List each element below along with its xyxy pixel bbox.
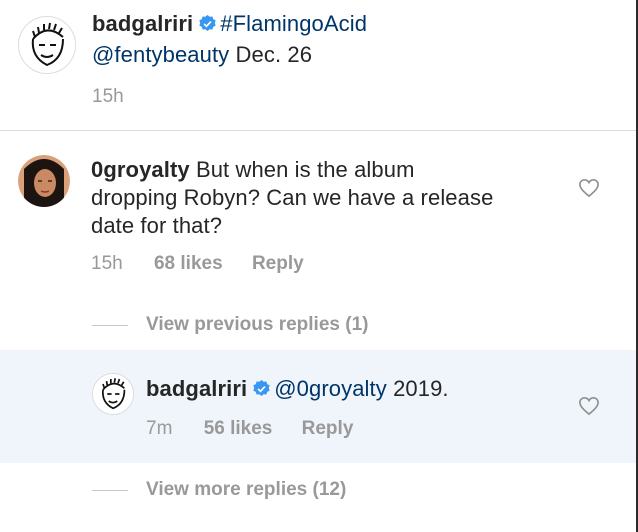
mention-link[interactable]: @fentybeauty (92, 42, 229, 67)
view-previous-replies-button[interactable]: View previous replies (1) (146, 314, 368, 336)
hashtag-link[interactable]: #FlamingoAcid (220, 11, 367, 36)
heart-icon[interactable] (578, 396, 600, 416)
commenter-avatar[interactable] (18, 155, 70, 207)
profile-photo-image (18, 155, 70, 207)
comment-body-1: But when is the album (195, 157, 415, 182)
caption-text-line1: badgalriri #FlamingoAcid (92, 10, 367, 38)
comment-text-line1: 0groyalty But when is the album (91, 156, 415, 184)
meme-face-avatar-image (93, 374, 133, 414)
reply-mention-link[interactable]: @0groyalty (274, 376, 387, 401)
comment-likes[interactable]: 68 likes (154, 253, 223, 274)
comment-meta: 15h 68 likes Reply (91, 253, 304, 275)
divider-line (92, 325, 128, 326)
comment-body-3: date for that? (91, 213, 223, 238)
heart-icon[interactable] (578, 178, 600, 198)
view-more-replies-button[interactable]: View more replies (12) (146, 479, 346, 501)
reply-likes[interactable]: 56 likes (204, 418, 273, 439)
comment-body-2: dropping Robyn? Can we have a release (91, 185, 494, 210)
reply-username[interactable]: badgalriri (146, 376, 247, 401)
avatar[interactable] (18, 16, 76, 74)
reply-text: badgalriri @0groyalty 2019. (146, 375, 449, 403)
verified-badge-icon (253, 380, 270, 396)
divider-line (92, 490, 128, 491)
reply-avatar[interactable] (92, 373, 134, 415)
comment-reply-button[interactable]: Reply (252, 253, 304, 274)
reply-timestamp: 7m (146, 418, 173, 439)
reply-meta: 7m 56 likes Reply (146, 418, 353, 440)
comment-timestamp: 15h (91, 253, 123, 274)
caption-text-line2: @fentybeauty Dec. 26 (92, 41, 312, 69)
reply-body: 2019. (393, 376, 449, 401)
verified-badge-icon (199, 15, 216, 31)
caption-block: badgalriri #FlamingoAcid @fentybeauty Dec… (0, 0, 638, 131)
meme-face-avatar-image (19, 17, 75, 73)
caption-username[interactable]: badgalriri (92, 11, 193, 36)
comment-username[interactable]: 0groyalty (91, 157, 190, 182)
caption-date: Dec. 26 (235, 42, 313, 67)
reply-reply-button[interactable]: Reply (302, 418, 354, 439)
caption-timestamp: 15h (92, 86, 124, 107)
